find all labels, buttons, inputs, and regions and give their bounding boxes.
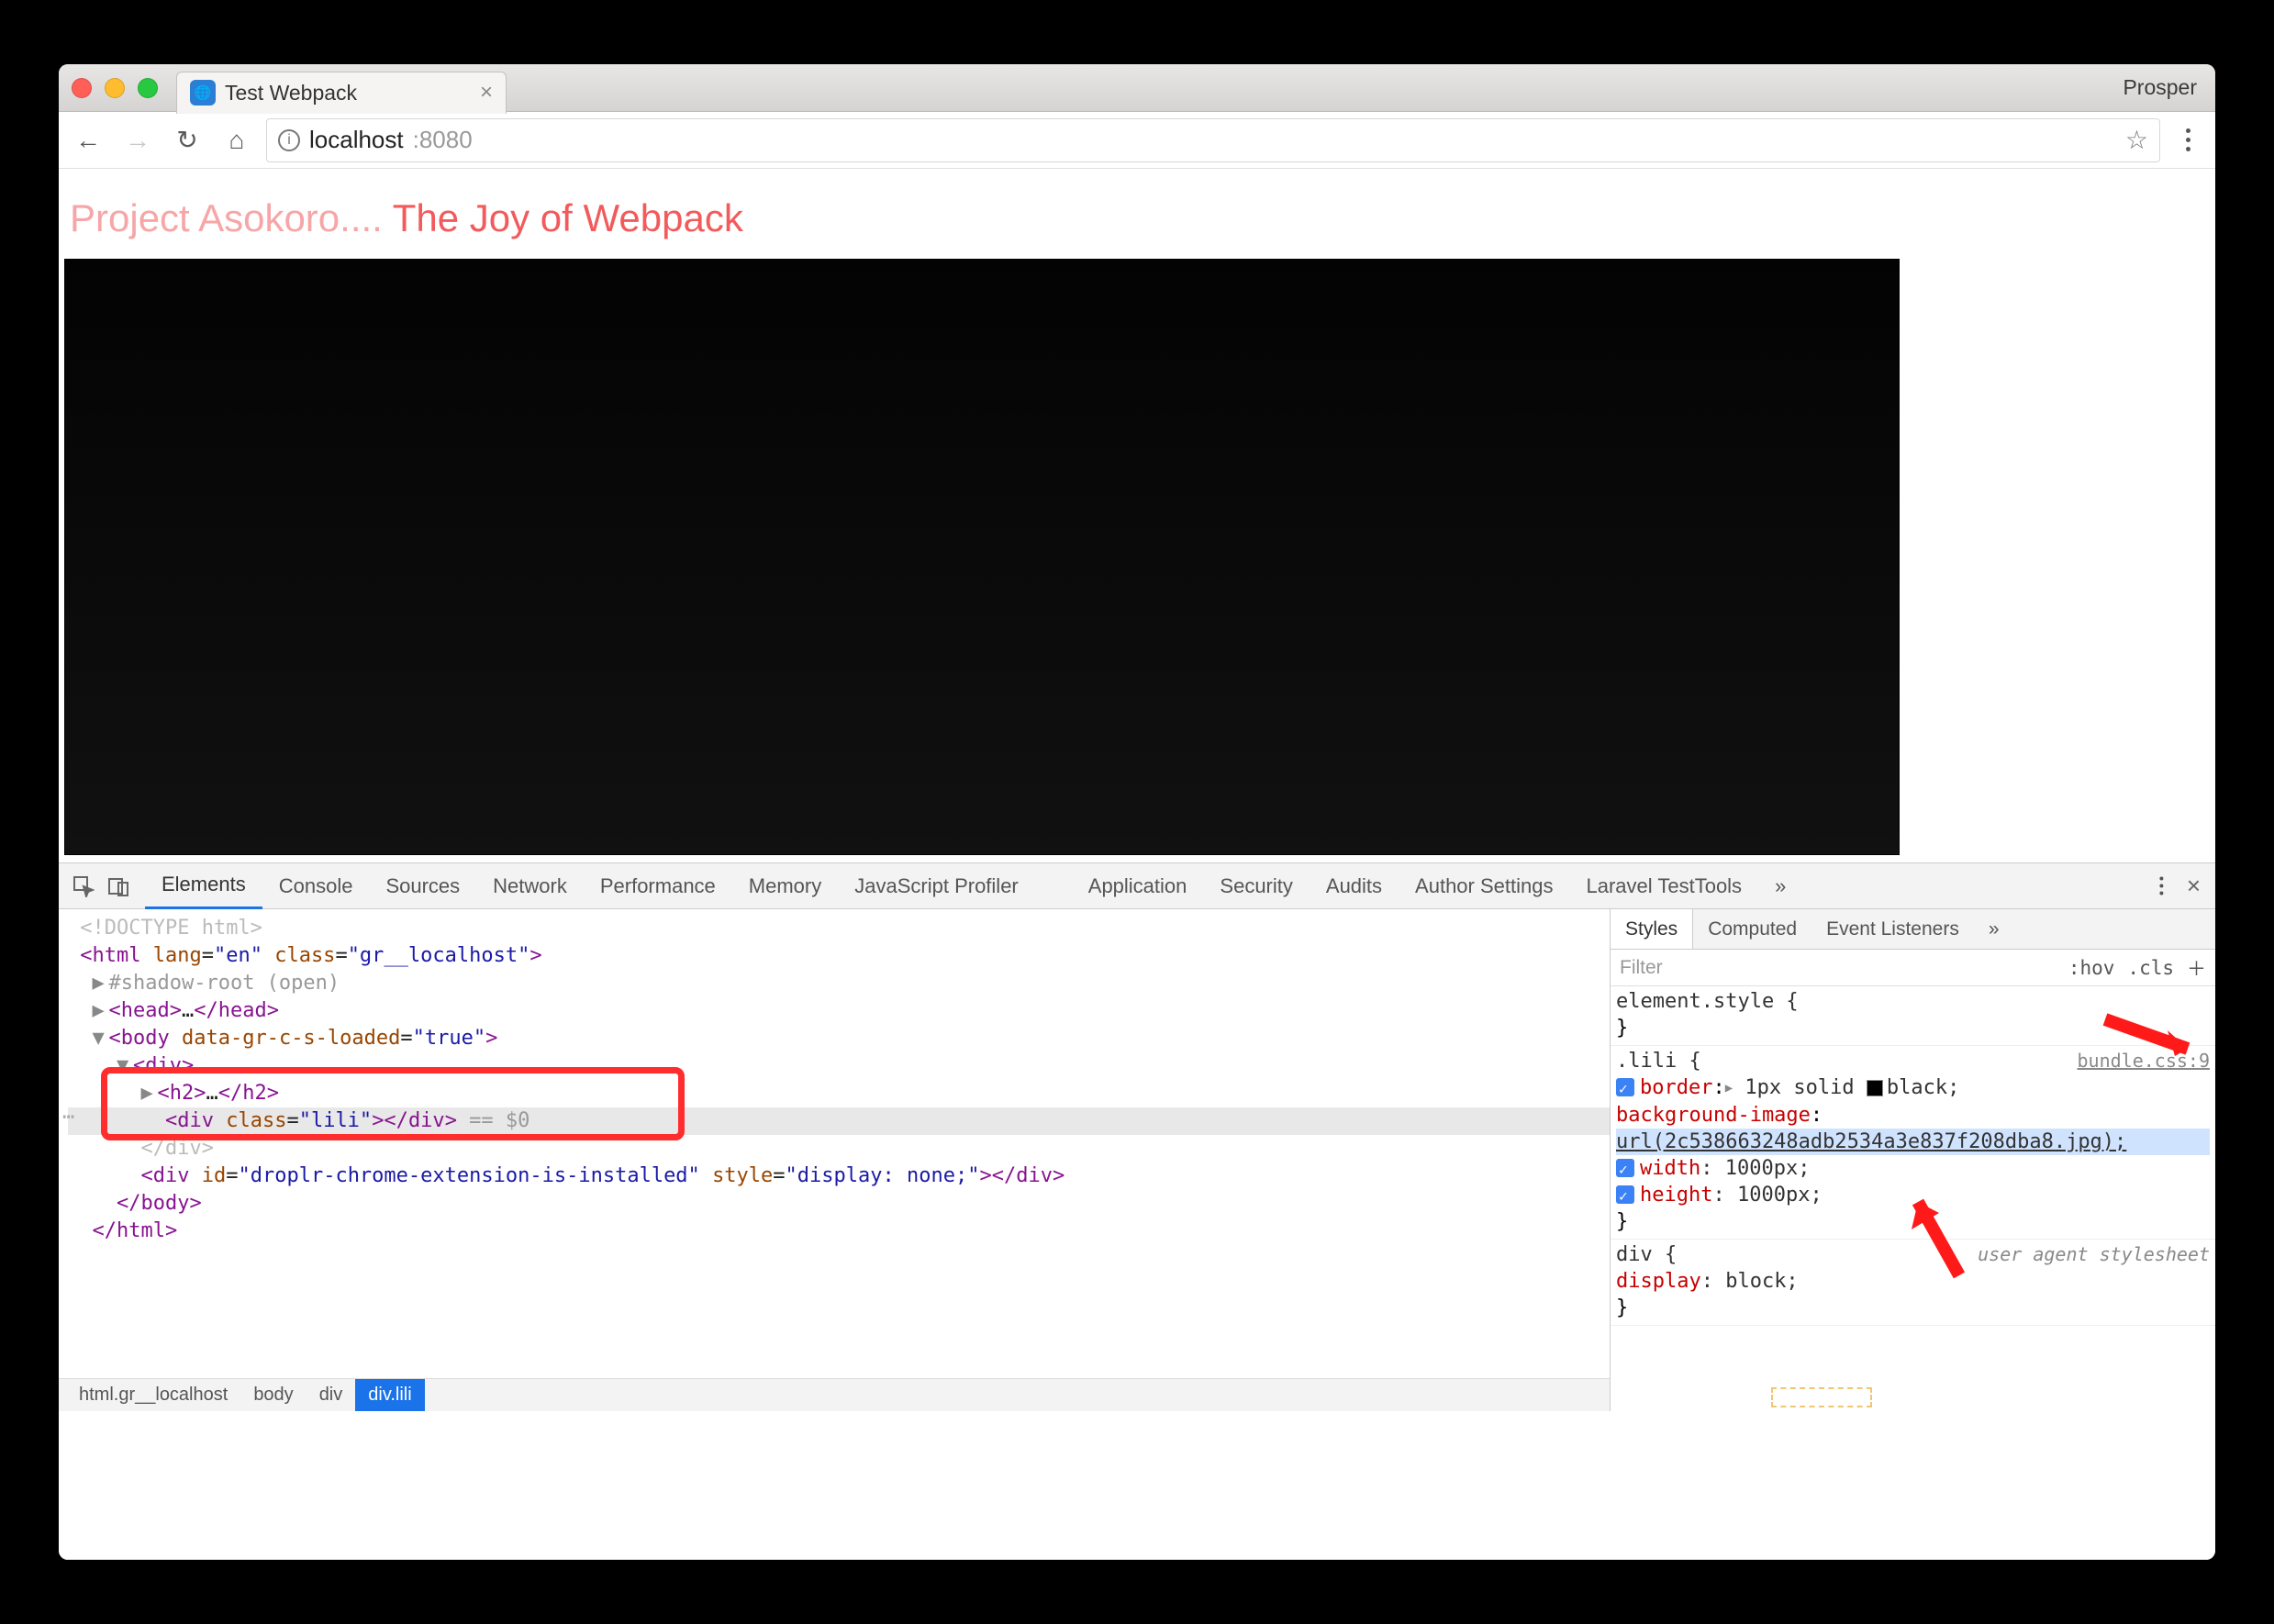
styles-content[interactable]: element.style { } bundle.css:9 .lili { b… [1611,986,2215,1411]
crumb-html[interactable]: html.gr__localhost [66,1379,240,1411]
browser-tab[interactable]: 🌐 Test Webpack × [176,72,507,114]
rule-element-style: element.style { } [1611,986,2215,1046]
subtab-listeners[interactable]: Event Listeners [1811,909,1974,949]
subtabs-overflow-icon[interactable]: » [1974,909,2014,949]
viewport: Project Asokoro.... The Joy of Webpack [59,169,2215,862]
close-window-button[interactable] [72,78,92,98]
tab-sources[interactable]: Sources [369,863,476,909]
highlighted-url: url(2c538663248adb2534a3e837f208dba8.jpg… [1616,1129,2210,1155]
reload-button[interactable]: ↻ [167,120,207,161]
crumb-body[interactable]: body [240,1379,306,1411]
expand-arrow-icon[interactable]: ▶ [93,970,109,997]
page: Project Asokoro.... The Joy of Webpack E… [59,169,2215,1560]
site-info-icon[interactable]: i [278,129,300,151]
devtools: Elements Console Sources Network Perform… [59,862,2215,1411]
styles-subtabs: Styles Computed Event Listeners » [1611,909,2215,950]
bookmark-icon[interactable]: ☆ [2125,125,2148,155]
page-heading: Project Asokoro.... The Joy of Webpack [64,196,2210,240]
close-tab-button[interactable]: × [480,80,493,106]
tab-js-profiler[interactable]: JavaScript Profiler [838,863,1035,909]
devtools-body: <!DOCTYPE html> <html lang="en" class="g… [59,909,2215,1411]
devtools-menu-button[interactable] [2146,877,2176,895]
forward-button[interactable]: → [117,120,158,161]
tab-audits[interactable]: Audits [1310,863,1399,909]
maximize-window-button[interactable] [138,78,158,98]
subtab-styles[interactable]: Styles [1611,909,1693,949]
tabs-overflow-icon[interactable]: » [1758,863,1802,909]
tab-security[interactable]: Security [1203,863,1309,909]
rule-source-link[interactable]: bundle.css:9 [2078,1048,2211,1074]
hov-toggle[interactable]: :hov [2068,957,2115,979]
tab-laravel[interactable]: Laravel TestTools [1569,863,1758,909]
url-port: :8080 [413,126,473,154]
expand-arrow-icon[interactable]: ▶ [140,1080,157,1107]
breadcrumb: html.gr__localhost body div div.lili [59,1378,1610,1411]
color-swatch-icon[interactable] [1867,1080,1883,1096]
minimize-window-button[interactable] [105,78,125,98]
subtab-computed[interactable]: Computed [1693,909,1811,949]
tab-network[interactable]: Network [476,863,584,909]
collapse-arrow-icon[interactable]: ▼ [117,1052,133,1080]
tab-performance[interactable]: Performance [584,863,732,909]
heading-part2: The Joy of Webpack [393,196,743,239]
cls-toggle[interactable]: .cls [2127,957,2174,979]
tab-console[interactable]: Console [262,863,370,909]
crumb-div[interactable]: div [307,1379,356,1411]
tab-application[interactable]: Application [1072,863,1204,909]
crumb-div-lili[interactable]: div.lili [355,1379,424,1411]
rule-lili: bundle.css:9 .lili { border:▶ 1px solid … [1611,1046,2215,1240]
url-host: localhost [309,126,404,154]
tab-elements[interactable]: Elements [145,863,262,909]
titlebar: 🌐 Test Webpack × Prosper [59,64,2215,112]
new-rule-button[interactable]: ＋ [2187,954,2206,982]
selected-dom-node[interactable]: ⋯ <div class="lili"></div> == $0 [68,1107,1610,1135]
heading-part1: Project Asokoro.... [70,196,393,239]
elements-panel: <!DOCTYPE html> <html lang="en" class="g… [59,909,1610,1411]
devtools-tabs: Elements Console Sources Network Perform… [59,863,2215,909]
box-model-preview [1771,1387,1872,1407]
dom-doctype: <!DOCTYPE html> [80,917,262,940]
styles-filter-input[interactable]: Filter [1620,957,2056,979]
menu-button[interactable] [2169,128,2206,151]
prop-checkbox[interactable] [1616,1185,1634,1204]
back-button[interactable]: ← [68,120,108,161]
favicon-icon: 🌐 [190,80,216,106]
browser-window: 🌐 Test Webpack × Prosper ← → ↻ ⌂ i local… [59,64,2215,1560]
inspect-element-icon[interactable] [66,869,101,904]
tab-title: Test Webpack [225,81,443,106]
dom-tree[interactable]: <!DOCTYPE html> <html lang="en" class="g… [59,909,1610,1378]
prop-checkbox[interactable] [1616,1159,1634,1177]
tab-memory[interactable]: Memory [732,863,838,909]
lili-box [64,259,1900,855]
styles-panel: Styles Computed Event Listeners » Filter… [1610,909,2215,1411]
shadow-root: #shadow-root (open) [109,972,340,995]
profile-label[interactable]: Prosper [2123,75,2197,100]
collapse-arrow-icon[interactable]: ▼ [93,1025,109,1052]
rule-user-agent: user agent stylesheet div { display: blo… [1611,1240,2215,1326]
address-bar[interactable]: i localhost :8080 ☆ [266,118,2160,162]
devtools-close-button[interactable]: × [2179,872,2208,900]
styles-filter-row: Filter :hov .cls ＋ [1611,950,2215,986]
home-button[interactable]: ⌂ [217,120,257,161]
tab-author-settings[interactable]: Author Settings [1399,863,1569,909]
device-toolbar-icon[interactable] [101,869,136,904]
prop-checkbox[interactable] [1616,1078,1634,1096]
expand-arrow-icon[interactable]: ▶ [93,997,109,1025]
window-controls [72,78,158,98]
rule-source-ua: user agent stylesheet [1978,1241,2210,1268]
toolbar: ← → ↻ ⌂ i localhost :8080 ☆ [59,112,2215,169]
